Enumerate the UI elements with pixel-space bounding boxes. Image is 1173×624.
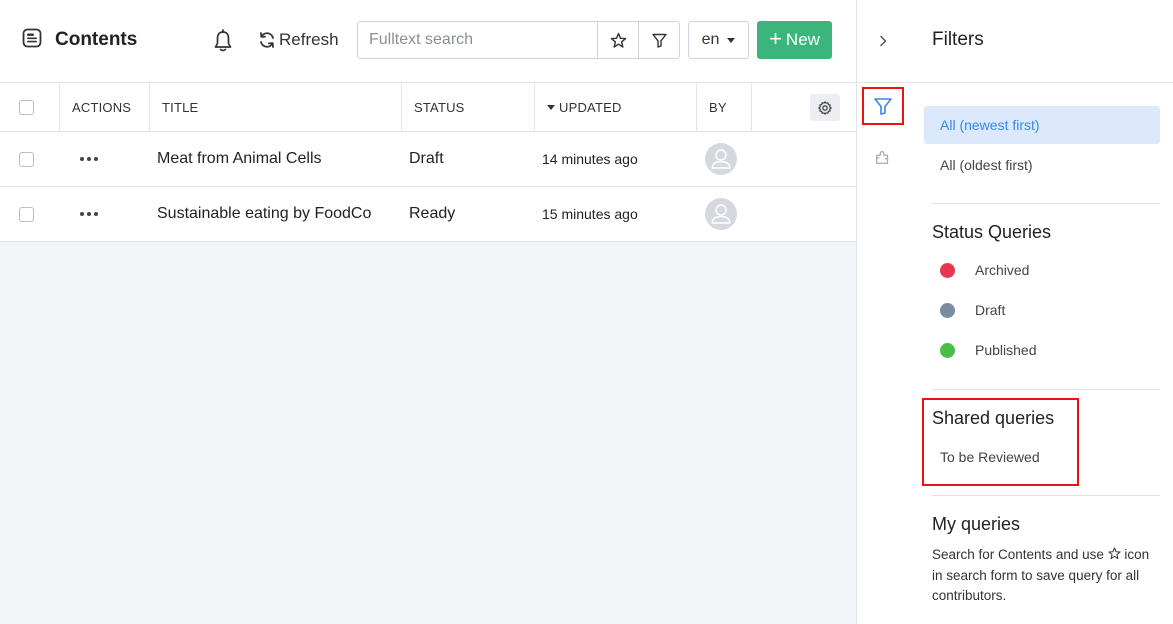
divider <box>932 389 1160 390</box>
column-actions: ACTIONS <box>72 99 132 115</box>
save-query-button[interactable] <box>597 22 638 58</box>
filters-title: Filters <box>932 29 984 50</box>
new-button[interactable]: + New <box>757 21 832 59</box>
status-query-label: Published <box>975 342 1037 358</box>
status-dot <box>940 262 955 278</box>
select-all-cell <box>19 83 34 131</box>
row-actions-button[interactable] <box>80 132 98 186</box>
search-form <box>357 21 680 59</box>
status-dot <box>940 302 955 318</box>
query-all-newest[interactable]: All (newest first) <box>924 106 1160 144</box>
row-status: Ready <box>409 205 456 222</box>
filters-panel: Filters All (newest first) All (oldest f… <box>908 0 1173 624</box>
page-title: Contents <box>55 29 138 50</box>
shared-queries-title: Shared queries <box>932 408 1055 428</box>
filter-button[interactable] <box>638 22 679 58</box>
column-title[interactable]: TITLE <box>162 83 198 131</box>
tool-rail <box>856 0 909 624</box>
query-all-oldest[interactable]: All (oldest first) <box>924 146 1160 184</box>
column-status[interactable]: STATUS <box>414 83 465 131</box>
plugins-tool-button[interactable] <box>862 138 904 176</box>
contents-table: ACTIONS TITLE STATUS UPDATED BY Meat fro… <box>0 83 856 242</box>
table-settings-button[interactable] <box>810 94 840 121</box>
my-queries-title: My queries <box>932 514 1021 534</box>
status-query-draft[interactable]: Draft <box>940 302 1005 318</box>
divider <box>932 495 1160 496</box>
puzzle-icon <box>876 150 889 164</box>
status-query-label: Archived <box>975 262 1030 278</box>
content-area: Contents Refresh Fulltext search en + Ne… <box>0 0 856 624</box>
refresh-button[interactable]: Refresh <box>258 29 339 51</box>
table-row[interactable]: Sustainable eating by FoodCo Ready 15 mi… <box>0 187 856 242</box>
row-updated: 14 minutes ago <box>542 151 638 167</box>
filter-icon <box>651 33 667 48</box>
status-query-archived[interactable]: Archived <box>940 262 1029 278</box>
avatar <box>705 143 737 175</box>
row-title[interactable]: Meat from Animal Cells <box>157 132 322 186</box>
star-icon <box>1108 547 1121 560</box>
column-updated-label: UPDATED <box>559 99 622 115</box>
star-icon <box>610 32 626 48</box>
avatar <box>705 198 737 230</box>
gear-icon <box>818 100 832 115</box>
row-checkbox[interactable] <box>19 151 34 167</box>
header-bar: Contents Refresh Fulltext search en + Ne… <box>0 0 856 83</box>
row-actions-button[interactable] <box>80 187 98 241</box>
column-updated[interactable]: UPDATED <box>547 83 622 131</box>
my-queries-text-start: Search for Contents and use <box>932 547 1104 562</box>
language-value: en <box>701 31 720 48</box>
user-icon <box>711 149 731 169</box>
more-icon <box>80 157 98 161</box>
divider <box>932 203 1160 204</box>
chevron-right-icon <box>880 35 887 47</box>
more-icon <box>80 212 98 216</box>
column-by: BY <box>709 99 727 115</box>
plus-icon: + <box>769 26 782 51</box>
row-status: Draft <box>409 150 444 167</box>
chevron-down-icon <box>727 37 736 43</box>
bell-icon[interactable] <box>212 29 234 53</box>
language-dropdown[interactable]: en <box>688 21 749 59</box>
row-checkbox[interactable] <box>19 206 34 222</box>
contents-icon <box>22 28 42 48</box>
filter-icon <box>874 98 892 115</box>
status-queries-title: Status Queries <box>932 222 1052 242</box>
my-queries-description: Search for Contents and use icon in sear… <box>932 545 1160 607</box>
new-label: New <box>785 30 820 49</box>
refresh-icon <box>260 32 274 48</box>
status-dot <box>940 342 955 358</box>
search-input[interactable] <box>358 22 597 58</box>
user-icon <box>711 204 731 224</box>
filters-tool-button[interactable] <box>862 87 904 125</box>
sort-desc-icon <box>547 104 555 110</box>
row-title[interactable]: Sustainable eating by FoodCo <box>157 187 371 241</box>
table-header: ACTIONS TITLE STATUS UPDATED BY <box>0 83 856 132</box>
filters-header: Filters <box>908 0 1173 83</box>
table-row[interactable]: Meat from Animal Cells Draft 14 minutes … <box>0 132 856 187</box>
shared-query-item[interactable]: To be Reviewed <box>940 449 1040 465</box>
status-query-label: Draft <box>975 302 1006 318</box>
status-query-published[interactable]: Published <box>940 342 1037 358</box>
row-updated: 15 minutes ago <box>542 206 638 222</box>
collapse-panel-button[interactable] <box>857 0 909 83</box>
select-all-checkbox[interactable] <box>19 99 34 115</box>
refresh-label: Refresh <box>279 30 339 49</box>
